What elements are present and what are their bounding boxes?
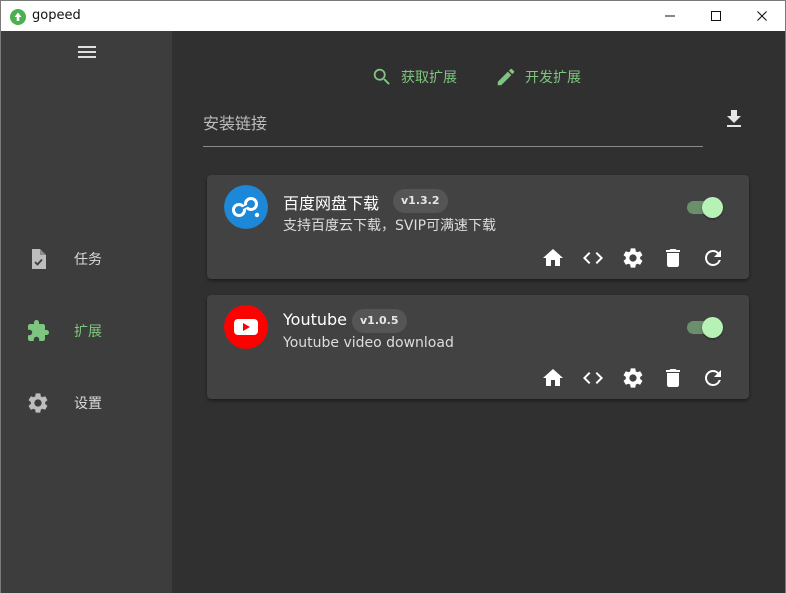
sidebar-item-extensions[interactable]: 扩展 (1, 311, 173, 351)
sidebar: 任务 扩展 设置 (0, 31, 172, 593)
develop-extension-label: 开发扩展 (525, 70, 581, 86)
maximize-icon (711, 11, 721, 21)
gopeed-logo-icon (10, 9, 26, 25)
close-button[interactable] (739, 1, 785, 31)
download-icon (727, 110, 741, 127)
code-icon (583, 372, 603, 384)
get-extensions-label: 获取扩展 (401, 70, 457, 86)
toggle-knob (702, 317, 723, 338)
extension-update-button[interactable] (701, 246, 725, 270)
menu-button[interactable] (75, 40, 99, 64)
youtube-icon (224, 305, 268, 349)
extension-enable-toggle[interactable] (685, 316, 723, 338)
sidebar-item-settings[interactable]: 设置 (1, 383, 173, 423)
trash-icon (666, 249, 680, 267)
extension-homepage-button[interactable] (541, 366, 565, 390)
main-content: 获取扩展 开发扩展 百度网盘下载 v1.3.2 支持百度云下载，SVIP可满速下… (172, 31, 786, 593)
extension-settings-button[interactable] (621, 246, 645, 270)
install-download-button[interactable] (722, 107, 746, 131)
extension-version-badge: v1.0.5 (352, 309, 407, 333)
sidebar-item-tasks[interactable]: 任务 (1, 239, 173, 279)
extension-description: Youtube video download (283, 335, 454, 351)
install-link-input[interactable] (203, 101, 703, 147)
extension-version-badge: v1.3.2 (393, 189, 448, 213)
extension-name: Youtube (283, 310, 347, 329)
pencil-icon (497, 68, 515, 86)
minimize-icon (665, 15, 675, 17)
extension-card: Youtube v1.0.5 Youtube video download (207, 295, 749, 399)
trash-icon (666, 369, 680, 387)
refresh-icon (705, 250, 721, 266)
develop-extension-button[interactable]: 开发扩展 (495, 65, 581, 89)
baidu-netdisk-icon (224, 185, 268, 229)
extension-delete-button[interactable] (661, 246, 685, 270)
extension-name: 百度网盘下载 (283, 194, 380, 213)
extension-delete-button[interactable] (661, 366, 685, 390)
extension-devtools-button[interactable] (581, 366, 605, 390)
window-titlebar: gopeed (0, 0, 786, 31)
extension-update-button[interactable] (701, 366, 725, 390)
sidebar-item-label: 任务 (74, 252, 102, 268)
close-icon (757, 11, 767, 21)
gear-icon (623, 248, 643, 268)
extension-card: 百度网盘下载 v1.3.2 支持百度云下载，SVIP可满速下载 (207, 175, 749, 279)
maximize-button[interactable] (693, 1, 739, 31)
puzzle-icon (28, 320, 49, 341)
home-icon (543, 249, 563, 266)
code-icon (583, 252, 603, 264)
gear-icon (28, 393, 48, 413)
gear-icon (623, 368, 643, 388)
toggle-knob (702, 197, 723, 218)
extension-enable-toggle[interactable] (685, 196, 723, 218)
get-extensions-button[interactable]: 获取扩展 (371, 65, 457, 89)
window-title: gopeed (32, 8, 81, 23)
extension-homepage-button[interactable] (541, 246, 565, 270)
extension-settings-button[interactable] (621, 366, 645, 390)
home-icon (543, 369, 563, 386)
task-file-icon (32, 249, 46, 269)
sidebar-item-label: 扩展 (74, 324, 102, 340)
extension-devtools-button[interactable] (581, 246, 605, 270)
refresh-icon (705, 370, 721, 386)
minimize-button[interactable] (647, 1, 693, 31)
search-icon (373, 68, 390, 85)
hamburger-menu-icon (78, 46, 96, 58)
extension-description: 支持百度云下载，SVIP可满速下载 (283, 218, 497, 234)
sidebar-item-label: 设置 (74, 396, 102, 412)
